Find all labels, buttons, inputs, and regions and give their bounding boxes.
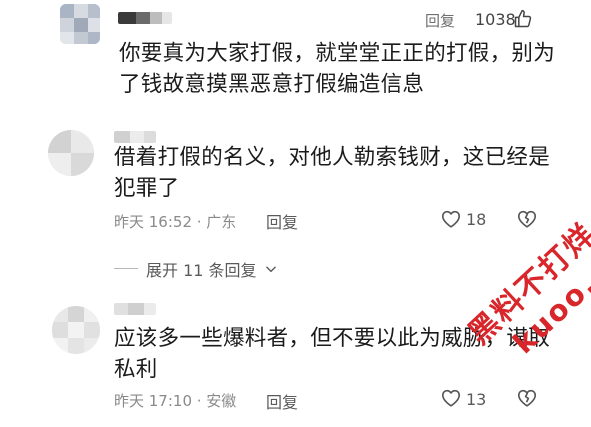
avatar[interactable] bbox=[52, 306, 100, 354]
heart-icon[interactable] bbox=[440, 208, 462, 234]
comment-text-line: 应该多一些爆料者，但不要以此为威胁，谋取 bbox=[114, 326, 551, 351]
comment-text-line: 你要真为大家打假，就堂堂正正的打假，别为 bbox=[119, 41, 556, 66]
like-count: 13 bbox=[466, 390, 487, 409]
comment-text-line: 犯罪了 bbox=[114, 176, 180, 201]
expand-replies-button[interactable]: 展开 11 条回复 bbox=[146, 257, 278, 281]
reply-button[interactable]: 回复 bbox=[266, 209, 298, 233]
comment-text-line: 了钱故意摸黑恶意打假编造信息 bbox=[119, 72, 425, 97]
chevron-down-icon bbox=[265, 266, 276, 273]
like-count: 18 bbox=[466, 210, 487, 229]
thumbs-up-icon[interactable] bbox=[513, 9, 533, 33]
username[interactable] bbox=[118, 12, 172, 24]
comment-meta: 昨天 17:10 · 安徽 bbox=[114, 392, 237, 410]
comment-text: 你要真为大家打假，就堂堂正正的打假，别为 了钱故意摸黑恶意打假编造信息 bbox=[119, 38, 559, 100]
avatar[interactable] bbox=[48, 130, 94, 176]
username[interactable] bbox=[114, 303, 156, 315]
comment-text: 应该多一些爆料者，但不要以此为威胁，谋取 私利 bbox=[114, 323, 554, 385]
reply-button[interactable]: 回复 bbox=[425, 10, 455, 31]
broken-heart-icon[interactable] bbox=[516, 387, 538, 413]
avatar[interactable] bbox=[60, 4, 100, 44]
broken-heart-icon[interactable] bbox=[516, 208, 538, 234]
comment-text-line: 借着打假的名义，对他人勒索钱财，这已经是 bbox=[114, 145, 551, 170]
comment-text-line: 私利 bbox=[114, 357, 158, 382]
comment-meta: 昨天 16:52 · 广东 bbox=[114, 213, 237, 231]
heart-icon[interactable] bbox=[440, 387, 462, 413]
like-count: 1038 bbox=[475, 10, 516, 29]
reply-button[interactable]: 回复 bbox=[266, 389, 298, 413]
comment-text: 借着打假的名义，对他人勒索钱财，这已经是 犯罪了 bbox=[114, 142, 554, 204]
expand-replies-label: 展开 11 条回复 bbox=[146, 261, 257, 280]
comment-section: 你要真为大家打假，就堂堂正正的打假，别为 了钱故意摸黑恶意打假编造信息 回复 1… bbox=[0, 0, 591, 427]
divider bbox=[114, 268, 138, 269]
